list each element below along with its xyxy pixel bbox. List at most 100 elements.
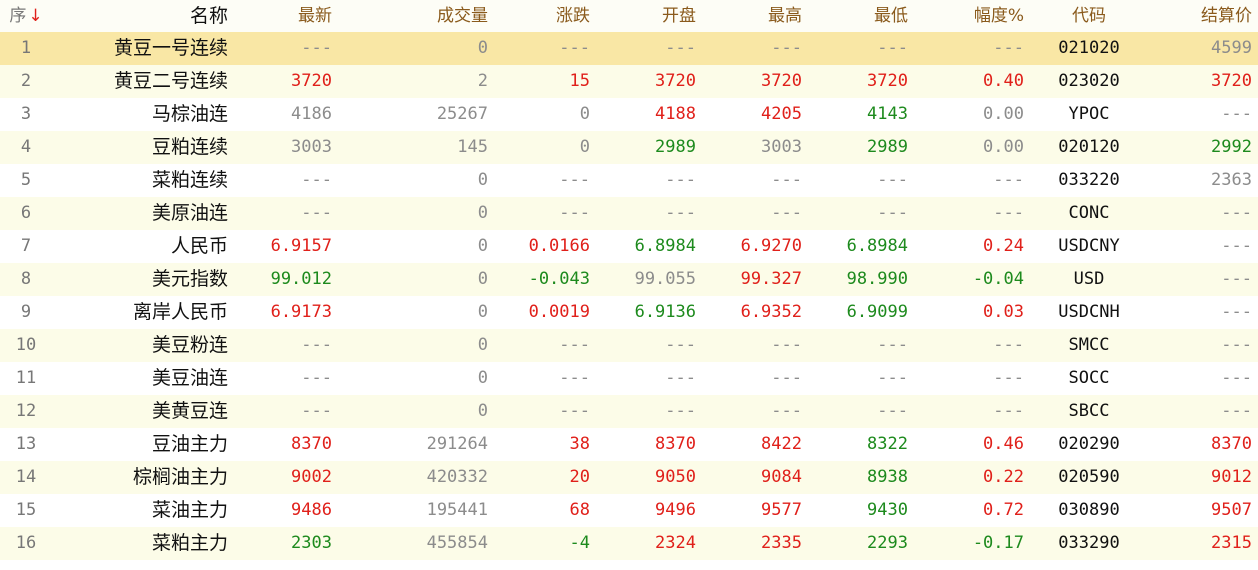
latest-cell: --- bbox=[301, 38, 332, 58]
settle-cell: --- bbox=[1221, 368, 1252, 388]
low-cell: 3720 bbox=[867, 71, 908, 91]
table-row[interactable]: 9 离岸人民币 6.9173 0 0.0019 6.9136 6.9352 6.9099 0.0… bbox=[0, 296, 1258, 329]
table-row[interactable]: 6 美原油连 --- 0 --- --- --- --- --- CONC --- bbox=[0, 197, 1258, 230]
change-cell: 0.0166 bbox=[528, 236, 590, 256]
header-change[interactable]: 涨跌 bbox=[500, 0, 590, 32]
seq-cell: 1 bbox=[20, 38, 32, 58]
amplitude-cell: 0.40 bbox=[983, 71, 1024, 91]
code-cell: USDCNH bbox=[1058, 302, 1120, 322]
header-seq[interactable]: 序 ↓ bbox=[6, 0, 46, 32]
latest-cell: 3003 bbox=[291, 137, 332, 157]
table-row[interactable]: 7 人民币 6.9157 0 0.0166 6.8984 6.9270 6.8984 0.24 U… bbox=[0, 230, 1258, 263]
table-row[interactable]: 16 菜粕主力 2303 455854 -4 2324 2335 2293 -0.17 03329… bbox=[0, 527, 1258, 560]
settle-cell: 2363 bbox=[1211, 170, 1252, 190]
header-volume[interactable]: 成交量 bbox=[345, 0, 488, 32]
latest-cell: 3720 bbox=[291, 71, 332, 91]
table-row[interactable]: 2 黄豆二号连续 3720 2 15 3720 3720 3720 0.40 023020 3720 bbox=[0, 65, 1258, 98]
table-row[interactable]: 1 黄豆一号连续 --- 0 --- --- --- --- --- 021020 4599 bbox=[0, 32, 1258, 65]
change-cell: --- bbox=[559, 38, 590, 58]
low-cell: 4143 bbox=[867, 104, 908, 124]
table-row[interactable]: 14 棕榈油主力 9002 420332 20 9050 9084 8938 0.22 02059… bbox=[0, 461, 1258, 494]
amplitude-cell: --- bbox=[993, 335, 1024, 355]
settle-cell: 9507 bbox=[1211, 500, 1252, 520]
low-cell: --- bbox=[877, 170, 908, 190]
header-code[interactable]: 代码 bbox=[1034, 0, 1144, 32]
high-cell: --- bbox=[771, 401, 802, 421]
header-name[interactable]: 名称 bbox=[60, 0, 228, 32]
table-body: 1 黄豆一号连续 --- 0 --- --- --- --- --- 021020 4599 2 黄豆二… bbox=[0, 32, 1258, 560]
table-row[interactable]: 4 豆粕连续 3003 145 0 2989 3003 2989 0.00 020120 2992 bbox=[0, 131, 1258, 164]
open-cell: 99.055 bbox=[634, 269, 696, 289]
code-cell: 020120 bbox=[1058, 137, 1120, 157]
code-cell: 030890 bbox=[1058, 500, 1120, 520]
volume-cell: 25267 bbox=[436, 104, 488, 124]
name-cell: 豆油主力 bbox=[151, 433, 228, 455]
name-cell: 黄豆二号连续 bbox=[113, 70, 228, 92]
header-settle[interactable]: 结算价 bbox=[1150, 0, 1252, 32]
volume-cell: 420332 bbox=[426, 467, 488, 487]
table-row[interactable]: 12 美黄豆连 --- 0 --- --- --- --- --- SBCC --- bbox=[0, 395, 1258, 428]
latest-cell: 6.9157 bbox=[270, 236, 332, 256]
seq-cell: 4 bbox=[20, 137, 32, 157]
header-latest[interactable]: 最新 bbox=[232, 0, 332, 32]
volume-cell: 0 bbox=[477, 335, 488, 355]
seq-cell: 7 bbox=[20, 236, 32, 256]
name-cell: 离岸人民币 bbox=[132, 301, 228, 323]
table-row[interactable]: 3 马棕油连 4186 25267 0 4188 4205 4143 0.00 YPOC --- bbox=[0, 98, 1258, 131]
table-row[interactable]: 15 菜油主力 9486 195441 68 9496 9577 9430 0.72 030890… bbox=[0, 494, 1258, 527]
seq-cell: 3 bbox=[20, 104, 32, 124]
volume-cell: 455854 bbox=[426, 533, 488, 553]
seq-cell: 15 bbox=[15, 500, 37, 520]
change-cell: -4 bbox=[569, 533, 590, 553]
high-cell: 3003 bbox=[761, 137, 802, 157]
seq-cell: 14 bbox=[15, 467, 37, 487]
code-cell: USDCNY bbox=[1058, 236, 1120, 256]
latest-cell: --- bbox=[301, 335, 332, 355]
code-cell: 033290 bbox=[1058, 533, 1120, 553]
table-row[interactable]: 5 菜粕连续 --- 0 --- --- --- --- --- 033220 2363 bbox=[0, 164, 1258, 197]
latest-cell: 9002 bbox=[291, 467, 332, 487]
code-cell: CONC bbox=[1068, 203, 1110, 223]
latest-cell: 4186 bbox=[291, 104, 332, 124]
table-row[interactable]: 8 美元指数 99.012 0 -0.043 99.055 99.327 98.990 -0.0… bbox=[0, 263, 1258, 296]
header-open[interactable]: 开盘 bbox=[598, 0, 696, 32]
latest-cell: --- bbox=[301, 203, 332, 223]
amplitude-cell: 0.03 bbox=[983, 302, 1024, 322]
open-cell: 6.8984 bbox=[634, 236, 696, 256]
table-row[interactable]: 11 美豆油连 --- 0 --- --- --- --- --- SOCC --- bbox=[0, 362, 1258, 395]
amplitude-cell: 0.46 bbox=[983, 434, 1024, 454]
open-cell: 2324 bbox=[655, 533, 696, 553]
open-cell: --- bbox=[665, 203, 696, 223]
code-cell: USD bbox=[1073, 269, 1105, 289]
latest-cell: --- bbox=[301, 170, 332, 190]
volume-cell: 0 bbox=[477, 38, 488, 58]
header-high[interactable]: 最高 bbox=[704, 0, 802, 32]
settle-cell: 9012 bbox=[1211, 467, 1252, 487]
name-cell: 黄豆一号连续 bbox=[113, 37, 228, 59]
change-cell: --- bbox=[559, 203, 590, 223]
table-row[interactable]: 13 豆油主力 8370 291264 38 8370 8422 8322 0.46 020290… bbox=[0, 428, 1258, 461]
high-cell: 4205 bbox=[761, 104, 802, 124]
change-cell: 0.0019 bbox=[528, 302, 590, 322]
open-cell: --- bbox=[665, 170, 696, 190]
low-cell: 8322 bbox=[867, 434, 908, 454]
name-cell: 豆粕连续 bbox=[151, 136, 228, 158]
open-cell: 9496 bbox=[655, 500, 696, 520]
name-cell: 美黄豆连 bbox=[151, 400, 228, 422]
latest-cell: 2303 bbox=[291, 533, 332, 553]
code-cell: SOCC bbox=[1068, 368, 1110, 388]
volume-cell: 0 bbox=[477, 203, 488, 223]
seq-cell: 13 bbox=[15, 434, 37, 454]
table-row[interactable]: 10 美豆粉连 --- 0 --- --- --- --- --- SMCC --- bbox=[0, 329, 1258, 362]
code-cell: 020290 bbox=[1058, 434, 1120, 454]
name-cell: 美元指数 bbox=[151, 268, 228, 290]
header-low[interactable]: 最低 bbox=[810, 0, 908, 32]
change-cell: 20 bbox=[569, 467, 590, 487]
header-amplitude[interactable]: 幅度% bbox=[920, 0, 1024, 32]
seq-cell: 6 bbox=[20, 203, 32, 223]
quote-table: 序 ↓ 名称 最新 成交量 涨跌 开盘 最高 最低 幅度% 代码 结算价 1 黄豆一… bbox=[0, 0, 1258, 560]
low-cell: --- bbox=[877, 401, 908, 421]
code-cell: 033220 bbox=[1058, 170, 1120, 190]
change-cell: --- bbox=[559, 401, 590, 421]
high-cell: 99.327 bbox=[740, 269, 802, 289]
